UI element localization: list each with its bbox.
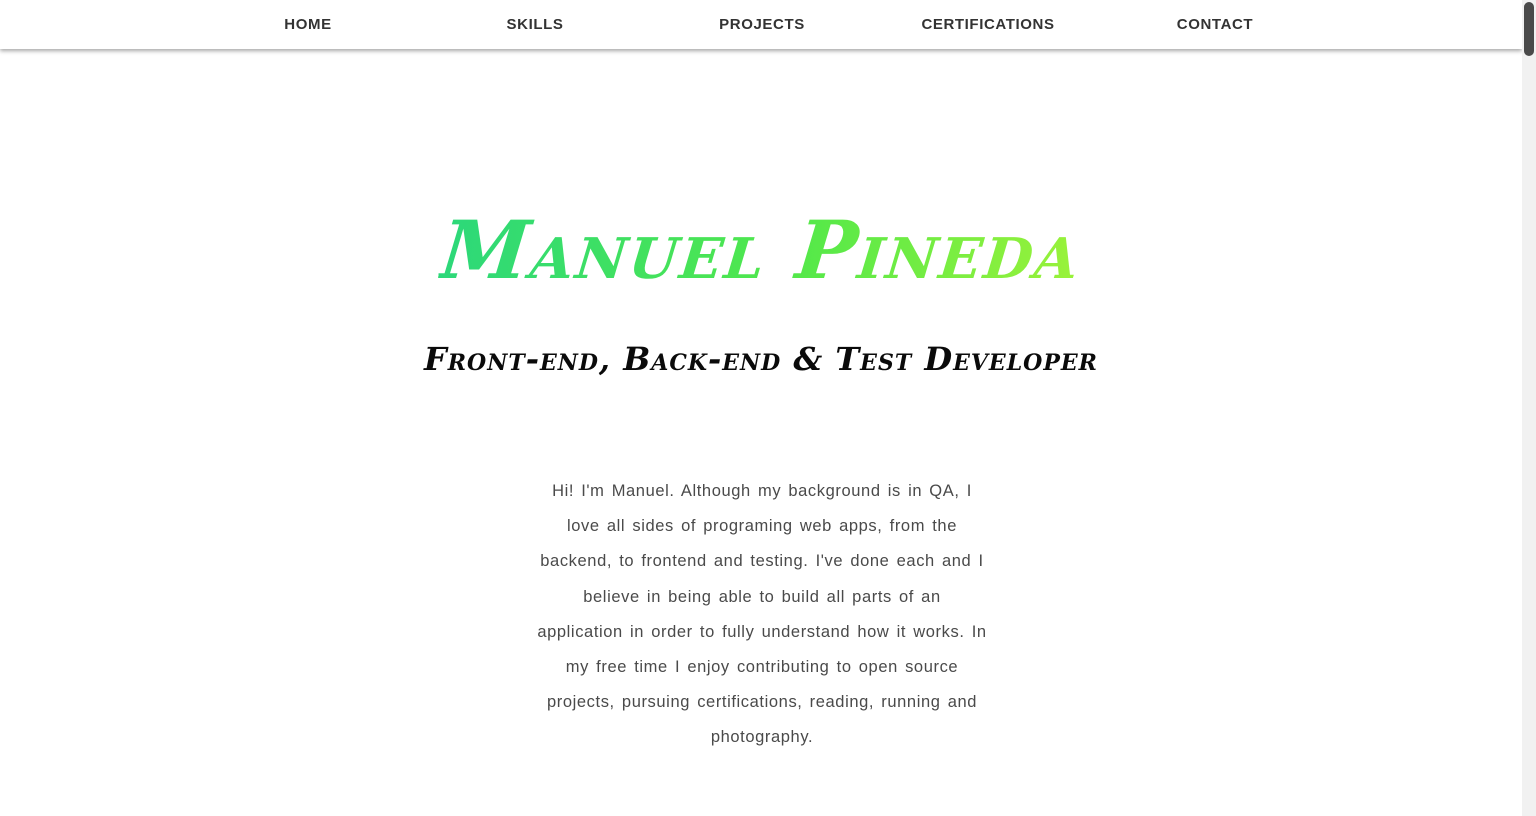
hero-subtitle: Front-end, Back-end & Test Developer [424, 340, 1098, 378]
page-scrollbar[interactable] [1522, 0, 1536, 816]
nav-home-link[interactable]: HOME [284, 0, 331, 49]
bio-paragraph: Hi! I'm Manuel. Although my background i… [537, 482, 987, 747]
nav-certifications-link[interactable]: CERTIFICATIONS [921, 0, 1054, 49]
nav-skills-link[interactable]: SKILLS [507, 0, 564, 49]
scrollbar-thumb[interactable] [1524, 2, 1534, 56]
nav-contact-link[interactable]: CONTACT [1177, 0, 1253, 49]
top-navbar: HOME SKILLS PROJECTS CERTIFICATIONS CONT… [0, 0, 1522, 49]
hero-name-heading: Manuel Pineda [0, 195, 1522, 305]
hero-name-text: Manuel Pineda [435, 195, 1087, 305]
nav-projects-link[interactable]: PROJECTS [719, 0, 805, 49]
